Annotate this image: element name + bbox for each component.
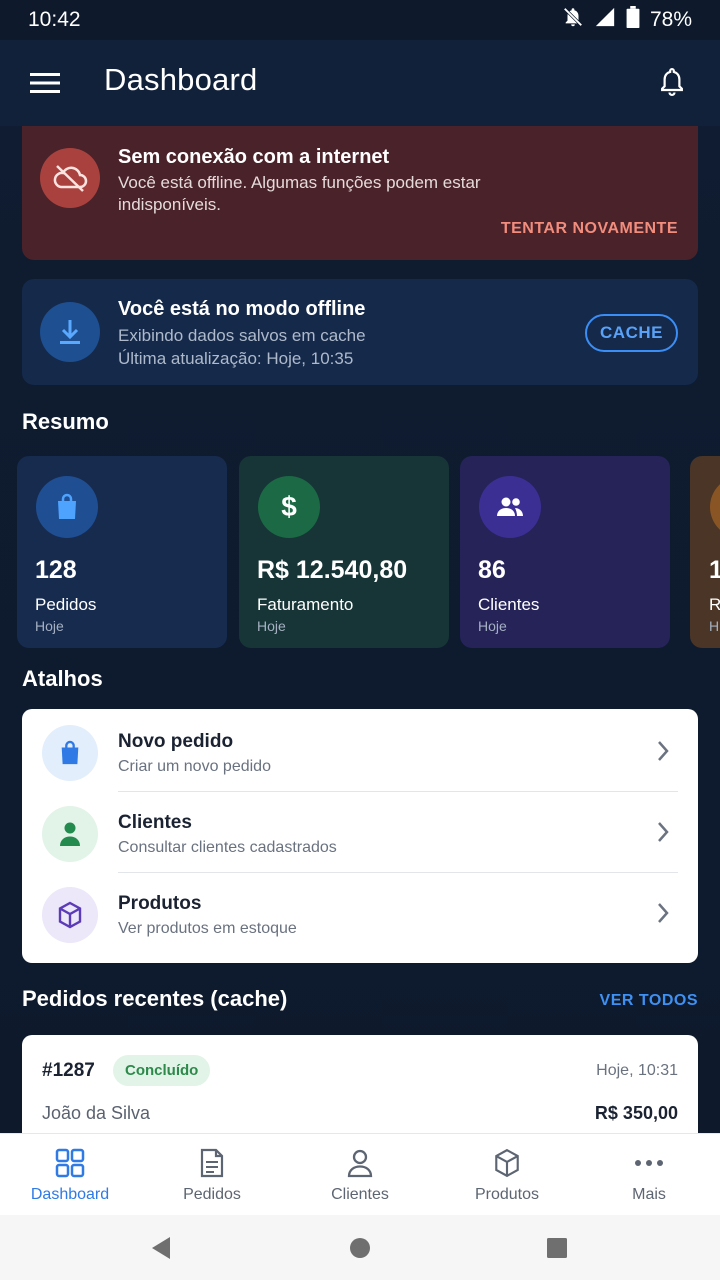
cloud-off-icon: [40, 148, 100, 208]
see-all-button[interactable]: VER TODOS: [600, 992, 698, 1010]
shortcuts-list: Novo pedido Criar um novo pedido Cliente…: [22, 709, 698, 963]
shortcut-subtitle: Ver produtos em estoque: [118, 920, 297, 937]
more-icon: [634, 1146, 664, 1180]
chevron-right-icon: [656, 739, 670, 768]
bell-icon[interactable]: [650, 60, 694, 104]
status-time: 10:42: [28, 8, 81, 31]
nav-label: Mais: [632, 1186, 666, 1203]
generic-icon: [710, 476, 720, 538]
stat-period: Hoje: [257, 618, 286, 634]
main-content[interactable]: Sem conexão com a internet Você está off…: [0, 126, 720, 1133]
svg-text:$: $: [281, 491, 297, 522]
nav-label: Dashboard: [30, 1186, 110, 1203]
stat-label: R: [709, 595, 720, 614]
page-title: Dashboard: [104, 62, 258, 97]
recent-orders-title: Pedidos recentes (cache): [22, 986, 288, 1011]
stat-value: R$ 12.540,80: [257, 556, 408, 584]
stat-period: H: [709, 618, 720, 634]
nav-dashboard[interactable]: Dashboard: [0, 1134, 142, 1216]
nav-products[interactable]: Produtos: [435, 1134, 579, 1216]
download-icon: [40, 302, 100, 362]
stat-card-revenue[interactable]: $ R$ 12.540,80 Faturamento Hoje: [239, 456, 449, 648]
shortcut-title: Novo pedido: [118, 731, 234, 752]
person-icon: [346, 1146, 374, 1180]
status-bar: 10:42 78%: [0, 0, 720, 40]
users-icon: [479, 476, 541, 538]
nav-label: Pedidos: [183, 1186, 241, 1203]
shortcut-title: Clientes: [118, 812, 192, 833]
stat-label: Clientes: [478, 595, 540, 614]
retry-button[interactable]: TENTAR NOVAMENTE: [501, 220, 678, 238]
shortcut-subtitle: Criar um novo pedido: [118, 758, 271, 775]
stat-period: Hoje: [478, 618, 507, 634]
stat-period: Hoje: [35, 618, 64, 634]
battery-icon: [626, 6, 640, 34]
grid-icon: [55, 1146, 85, 1180]
offline-mode-subtitle: Exibindo dados salvos em cache: [118, 326, 366, 345]
offline-banner: Sem conexão com a internet Você está off…: [22, 126, 698, 260]
offline-message: Você está offline. Algumas funções podem…: [118, 173, 481, 214]
dollar-icon: $: [258, 476, 320, 538]
shortcut-new-order[interactable]: Novo pedido Criar um novo pedido: [22, 711, 698, 792]
status-icons: 78%: [562, 6, 692, 34]
offline-mode-title: Você está no modo offline: [118, 298, 366, 320]
nav-more[interactable]: Mais: [577, 1134, 720, 1216]
bottom-nav: Dashboard Pedidos Clientes Produtos Mais: [0, 1133, 720, 1215]
nav-orders[interactable]: Pedidos: [140, 1134, 284, 1216]
stat-value: 128: [35, 556, 77, 584]
shortcut-title: Produtos: [118, 893, 202, 914]
stat-card-partial[interactable]: 1 R H: [690, 456, 720, 648]
recents-icon[interactable]: [544, 1235, 570, 1261]
person-icon: [42, 806, 98, 862]
stat-label: Pedidos: [35, 595, 97, 614]
offline-mode-card: Você está no modo offline Exibindo dados…: [22, 279, 698, 385]
order-value: R$ 350,00: [594, 1103, 678, 1123]
nav-clients[interactable]: Clientes: [288, 1134, 432, 1216]
home-icon[interactable]: [347, 1235, 373, 1261]
last-update-text: Última atualização: Hoje, 10:35: [118, 349, 354, 368]
stat-label: Faturamento: [257, 595, 354, 614]
box-icon: [492, 1146, 522, 1180]
notifications-off-icon: [562, 6, 584, 34]
document-icon: [199, 1146, 225, 1180]
order-id: #1287: [42, 1060, 95, 1081]
shortcuts-title: Atalhos: [22, 666, 103, 691]
order-card[interactable]: #1287 Concluído Hoje, 10:31 João da Silv…: [22, 1035, 698, 1133]
stat-value: 86: [478, 556, 506, 584]
battery-percentage: 78%: [649, 8, 692, 31]
summary-title: Resumo: [22, 409, 109, 434]
app-bar: Dashboard: [0, 40, 720, 126]
shortcut-clients[interactable]: Clientes Consultar clientes cadastrados: [22, 792, 698, 873]
box-icon: [42, 887, 98, 943]
signal-icon: [594, 6, 616, 34]
shortcut-products[interactable]: Produtos Ver produtos em estoque: [22, 873, 698, 954]
order-time: Hoje, 10:31: [596, 1062, 678, 1079]
stat-card-orders[interactable]: 128 Pedidos Hoje: [17, 456, 227, 648]
system-navigation-bar: [0, 1215, 720, 1280]
back-icon[interactable]: [148, 1235, 174, 1261]
shopping-bag-icon: [42, 725, 98, 781]
status-badge: Concluído: [113, 1055, 211, 1086]
stat-card-clients[interactable]: 86 Clientes Hoje: [460, 456, 670, 648]
order-customer: João da Silva: [42, 1103, 151, 1123]
offline-title: Sem conexão com a internet: [118, 146, 390, 168]
chevron-right-icon: [656, 901, 670, 930]
chevron-right-icon: [656, 820, 670, 849]
shortcut-subtitle: Consultar clientes cadastrados: [118, 839, 337, 856]
nav-label: Clientes: [331, 1186, 389, 1203]
nav-label: Produtos: [474, 1186, 540, 1203]
cache-button[interactable]: CACHE: [585, 314, 678, 352]
stat-value: 1: [709, 556, 720, 584]
shopping-bag-icon: [36, 476, 98, 538]
menu-icon[interactable]: [24, 62, 66, 104]
